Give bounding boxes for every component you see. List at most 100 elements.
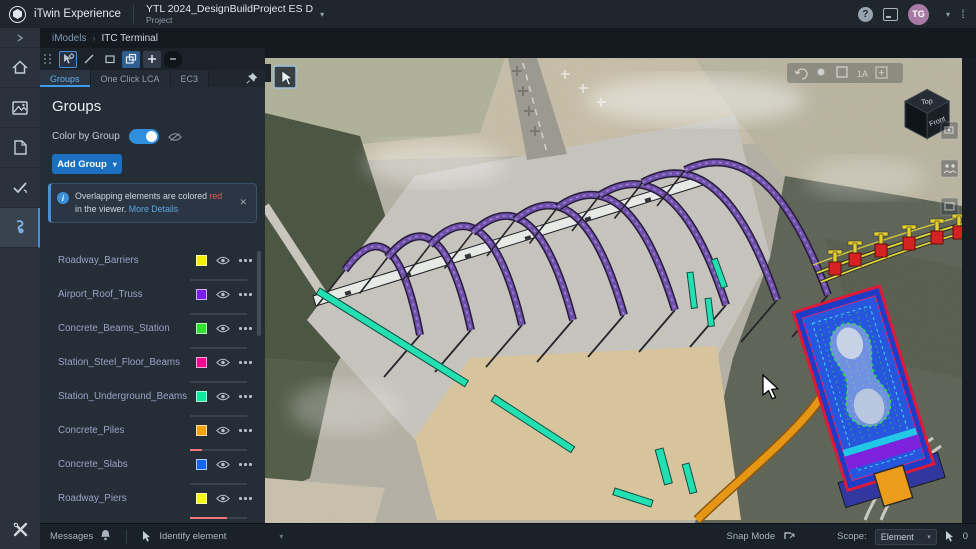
remove-from-selection-button[interactable]: [164, 51, 182, 68]
bell-icon[interactable]: [100, 529, 111, 544]
group-menu-button[interactable]: [239, 497, 253, 500]
sidebar-item-documents[interactable]: [0, 128, 40, 168]
project-switcher[interactable]: YTL 2024_DesignBuildProject ES D Project: [146, 4, 313, 25]
group-row[interactable]: Station_Steel_Floor_Beams: [40, 351, 265, 385]
group-color-swatch[interactable]: [196, 357, 207, 368]
group-name: Concrete_Slabs: [58, 459, 196, 470]
panel-body: Groups Color by Group Add Group ▾ i Over…: [40, 87, 265, 523]
panel-scrollbar-thumb[interactable]: [257, 251, 261, 336]
color-by-group-label: Color by Group: [52, 131, 120, 142]
color-by-group-toggle[interactable]: [129, 129, 159, 144]
visibility-eye-icon[interactable]: [216, 392, 230, 401]
group-row[interactable]: Concrete_Beams_Station: [40, 317, 265, 351]
sidebar-item-home[interactable]: [0, 48, 40, 88]
panel-collapse-handle[interactable]: [265, 64, 271, 82]
group-row[interactable]: Airport_Roof_Truss: [40, 283, 265, 317]
viewport-3d-scene[interactable]: 1A Top Front: [265, 58, 962, 523]
group-menu-button[interactable]: [239, 327, 253, 330]
messages-label[interactable]: Messages: [50, 531, 93, 542]
scope-select[interactable]: Element ▾: [875, 529, 937, 545]
drag-handle-icon[interactable]: [44, 54, 52, 64]
breadcrumb-imodels[interactable]: iModels: [52, 33, 86, 44]
tab-ec3[interactable]: EC3: [171, 70, 210, 87]
console-window-icon[interactable]: [883, 8, 898, 21]
group-menu-button[interactable]: [239, 463, 253, 466]
add-group-button[interactable]: Add Group ▾: [52, 154, 122, 174]
overlap-info-banner: i Overlapping elements are colored red i…: [48, 183, 257, 223]
project-sublabel: Project: [146, 16, 313, 25]
visibility-eye-icon[interactable]: [216, 358, 230, 367]
left-rail: [0, 28, 40, 549]
project-name: YTL 2024_DesignBuildProject ES D: [146, 4, 313, 15]
rectangle-tool-button[interactable]: [101, 51, 119, 68]
visibility-eye-icon[interactable]: [216, 324, 230, 333]
scope-value: Element: [881, 532, 914, 542]
visibility-eye-icon[interactable]: [216, 256, 230, 265]
group-progress-track: [190, 381, 247, 383]
visibility-eye-icon[interactable]: [216, 460, 230, 469]
account-caret-icon[interactable]: ▾: [946, 10, 950, 19]
line-tool-button[interactable]: [80, 51, 98, 68]
visibility-eye-icon[interactable]: [216, 494, 230, 503]
group-menu-button[interactable]: [239, 259, 253, 262]
banner-close-icon[interactable]: ✕: [237, 197, 249, 208]
group-color-swatch[interactable]: [196, 459, 207, 470]
viewport-3d[interactable]: 1A Top Front: [265, 58, 962, 523]
group-color-swatch[interactable]: [196, 255, 207, 266]
group-selection-tool-button[interactable]: [122, 51, 140, 68]
banner-highlight: red: [209, 191, 222, 201]
carbon-footprint-icon: [13, 220, 26, 235]
group-menu-button[interactable]: [239, 395, 253, 398]
visibility-eye-icon[interactable]: [216, 290, 230, 299]
group-row[interactable]: Station_Underground_Beams: [40, 385, 265, 419]
more-details-link[interactable]: More Details: [129, 204, 178, 214]
groups-list: Roadway_BarriersAirport_Roof_TrussConcre…: [40, 249, 265, 523]
viewport-toolbar[interactable]: 1A: [787, 63, 903, 83]
group-color-swatch[interactable]: [196, 289, 207, 300]
select-tool-button[interactable]: [59, 51, 77, 68]
tab-groups[interactable]: Groups: [40, 70, 91, 87]
group-color-swatch[interactable]: [196, 391, 207, 402]
viewport-select-button[interactable]: [274, 66, 296, 88]
measure-icon: 1A: [857, 69, 868, 79]
group-row[interactable]: Roadway_Piers: [40, 487, 265, 521]
sidebar-item-carbon-active[interactable]: [0, 208, 40, 248]
group-row[interactable]: Concrete_Piles: [40, 419, 265, 453]
more-options-icon[interactable]: ⁞: [960, 12, 966, 16]
sidebar-item-validation[interactable]: [0, 168, 40, 208]
sidebar-item-tools[interactable]: [0, 509, 40, 549]
status-bar: Messages Identify element ▾ Snap Mode Sc…: [40, 523, 976, 549]
group-color-swatch[interactable]: [196, 493, 207, 504]
home-icon: [12, 60, 28, 75]
group-color-swatch[interactable]: [196, 323, 207, 334]
viewport-side-tools[interactable]: [941, 122, 958, 215]
selection-count: 0: [963, 531, 968, 542]
identify-caret-icon[interactable]: ▾: [279, 532, 283, 541]
banner-text-before: Overlapping elements are colored: [75, 191, 207, 201]
help-icon[interactable]: ?: [858, 7, 873, 22]
eye-slash-icon[interactable]: [168, 132, 182, 142]
snap-mode-label[interactable]: Snap Mode: [727, 531, 776, 542]
group-menu-button[interactable]: [239, 361, 253, 364]
avatar[interactable]: TG: [908, 4, 929, 25]
group-progress-bar: [190, 517, 227, 519]
add-to-selection-button[interactable]: [143, 51, 161, 68]
people-icon: [945, 164, 948, 167]
pan-hand-icon: [818, 69, 825, 76]
checkmark-tool-icon: [13, 181, 28, 194]
project-caret-icon[interactable]: ▾: [320, 10, 324, 19]
rail-expand-button[interactable]: [0, 28, 40, 48]
app-title: iTwin Experience: [34, 8, 121, 20]
tab-one-click-lca[interactable]: One Click LCA: [91, 70, 171, 87]
group-row[interactable]: Concrete_Slabs: [40, 453, 265, 487]
snap-mode-icon[interactable]: [783, 530, 795, 544]
pin-panel-icon[interactable]: [238, 70, 265, 87]
breadcrumb-separator-icon: ›: [92, 33, 95, 43]
sidebar-item-imodels[interactable]: [0, 88, 40, 128]
group-color-swatch[interactable]: [196, 425, 207, 436]
group-menu-button[interactable]: [239, 293, 253, 296]
group-row[interactable]: Roadway_Barriers: [40, 249, 265, 283]
visibility-eye-icon[interactable]: [216, 426, 230, 435]
group-name: Concrete_Piles: [58, 425, 196, 436]
group-menu-button[interactable]: [239, 429, 253, 432]
